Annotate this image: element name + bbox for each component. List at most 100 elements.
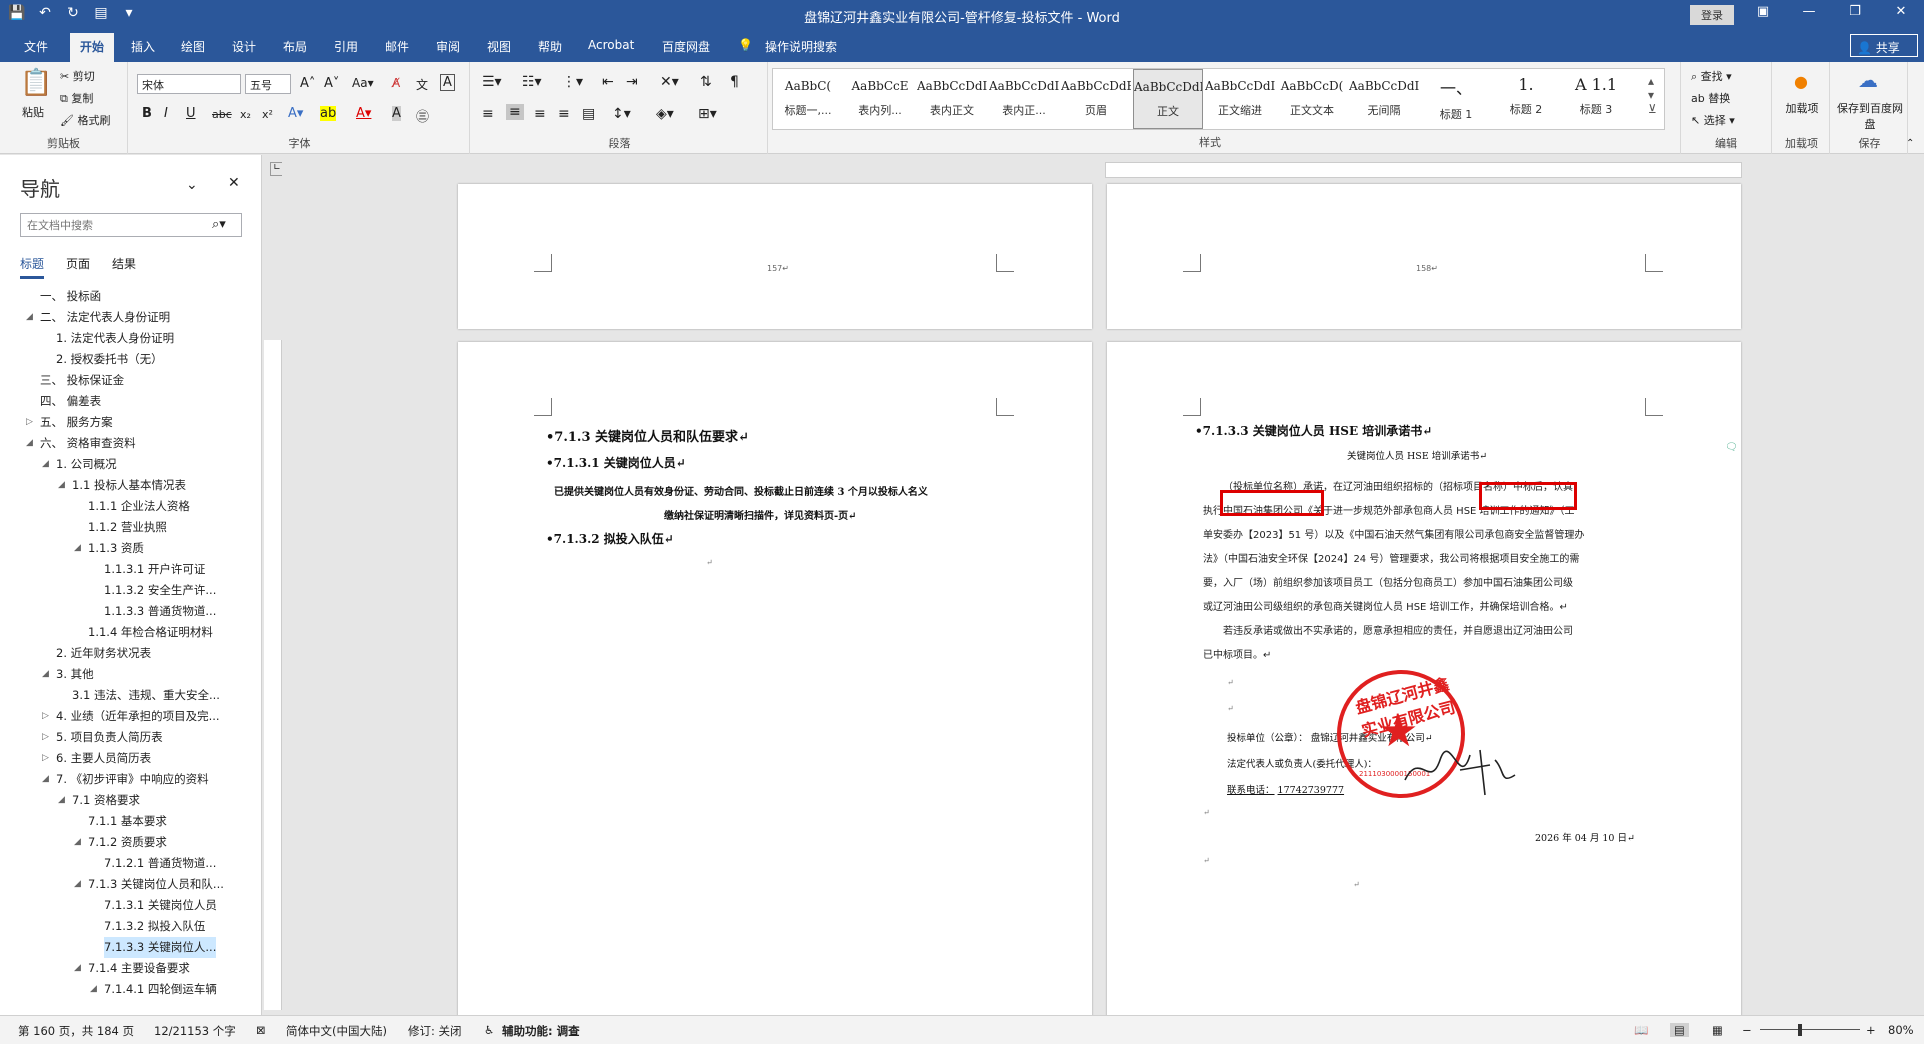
nav-heading-item[interactable]: 1. 法定代表人身份证明 (56, 328, 174, 349)
page-count[interactable]: 第 160 页，共 184 页 (18, 1023, 134, 1039)
nav-heading-item[interactable]: ◢ 六、 资格审查资料 (26, 433, 136, 454)
language[interactable]: 简体中文(中国大陆) (286, 1023, 387, 1039)
style-item[interactable]: AaBbCcDdI 无间隔 (1349, 69, 1419, 129)
paste-button[interactable]: 粘贴 (22, 104, 44, 120)
nav-heading-item[interactable]: ◢ 7.1.2 资质要求 (74, 832, 167, 853)
style-item[interactable]: AaBbCcDdI 正文 (1133, 69, 1203, 129)
nav-heading-item[interactable]: ▷ 五、 服务方案 (26, 412, 113, 433)
nav-tab-pages[interactable]: 页面 (66, 255, 90, 279)
style-item[interactable]: 1. 标题 2 (1491, 69, 1561, 129)
search-icon[interactable]: ⌕▾ (212, 217, 226, 232)
nav-heading-item[interactable]: 四、 偏差表 (40, 391, 101, 412)
expand-icon[interactable]: ▷ (42, 748, 49, 769)
nav-heading-item[interactable]: 1.1.4 年检合格证明材料 (88, 622, 213, 643)
line-spacing-icon[interactable]: ↕▾ (612, 106, 631, 122)
highlight-icon[interactable]: ab (320, 106, 337, 121)
comment-icon[interactable]: 🗨 (1725, 442, 1738, 453)
text-effects-icon[interactable]: A▾ (288, 106, 303, 121)
style-item[interactable]: AaBbCcE 表内列... (845, 69, 915, 129)
bold-icon[interactable]: B (142, 106, 152, 121)
grow-font-icon[interactable]: A˄ (300, 76, 315, 91)
save-baidu-button[interactable]: 保存到百度网盘 (1836, 100, 1904, 132)
increase-indent-icon[interactable]: ⇥ (626, 74, 638, 90)
read-mode-icon[interactable]: 📖 (1634, 1023, 1648, 1037)
nav-heading-item[interactable]: 7.1.3.1 关键岗位人员 (104, 895, 217, 916)
expand-icon[interactable]: ▷ (42, 727, 49, 748)
nav-heading-item[interactable]: 7.1.3.3 关键岗位人... (104, 937, 217, 958)
nav-heading-item[interactable]: ◢ 7.1.3 关键岗位人员和队... (74, 874, 224, 895)
sort-icon[interactable]: ⇅ (700, 74, 712, 90)
nav-heading-item[interactable]: ◢ 二、 法定代表人身份证明 (26, 307, 170, 328)
web-layout-icon[interactable]: ▦ (1712, 1023, 1723, 1037)
cut-button[interactable]: ✂ 剪切 (60, 68, 95, 84)
align-left-icon[interactable]: ≡ (482, 106, 494, 122)
tab-layout[interactable]: 布局 (283, 38, 307, 55)
maximize-icon[interactable]: ❐ (1832, 4, 1878, 19)
nav-tab-results[interactable]: 结果 (112, 255, 136, 279)
nav-heading-item[interactable]: 1.1.2 营业执照 (88, 517, 167, 538)
align-center-icon[interactable]: ≡ (534, 106, 546, 122)
nav-heading-item[interactable]: 7.1.1 基本要求 (88, 811, 167, 832)
font-color-icon[interactable]: A▾ (356, 106, 371, 121)
nav-heading-item[interactable]: ◢ 7.1.4.1 四轮倒运车辆 (90, 979, 217, 1000)
zoom-thumb[interactable] (1798, 1024, 1802, 1036)
expand-icon[interactable]: ▷ (26, 412, 33, 433)
distributed-icon[interactable]: ▤ (582, 106, 595, 122)
tab-design[interactable]: 设计 (232, 38, 256, 55)
decrease-indent-icon[interactable]: ⇤ (602, 74, 614, 90)
multilevel-list-icon[interactable]: ⋮▾ (562, 74, 583, 90)
select-button[interactable]: ↖ 选择 ▾ (1691, 112, 1735, 128)
nav-heading-item[interactable]: ◢ 1.1.3 资质 (74, 538, 144, 559)
expand-icon[interactable]: ▷ (42, 706, 49, 727)
nav-heading-item[interactable]: 三、 投标保证金 (40, 370, 124, 391)
nav-options-icon[interactable]: ⌄ (186, 177, 198, 193)
nav-tab-headings[interactable]: 标题 (20, 255, 45, 279)
find-button[interactable]: ⌕ 查找 ▾ (1691, 68, 1732, 84)
tab-acrobat[interactable]: Acrobat (588, 38, 634, 52)
font-size-box[interactable]: 五号 (245, 74, 291, 94)
collapse-icon[interactable]: ◢ (74, 538, 81, 559)
nav-heading-item[interactable]: ▷ 4. 业绩（近年承担的项目及完... (42, 706, 220, 727)
zoom-level[interactable]: 80% (1888, 1023, 1914, 1037)
borders-icon[interactable]: ⊞▾ (698, 106, 717, 122)
numbering-icon[interactable]: ☷▾ (522, 74, 542, 90)
minimize-icon[interactable]: — (1786, 4, 1832, 19)
nav-heading-item[interactable]: ▷ 6. 主要人员简历表 (42, 748, 151, 769)
style-item[interactable]: A 1.1 标题 3 (1561, 69, 1631, 129)
collapse-icon[interactable]: ◢ (74, 958, 81, 979)
addins-button[interactable]: 加载项 (1784, 100, 1820, 116)
nav-heading-item[interactable]: ◢ 1.1 投标人基本情况表 (58, 475, 186, 496)
style-item[interactable]: AaBbCcDdI 表内正... (989, 69, 1059, 129)
copy-button[interactable]: ⧉ 复制 (60, 90, 93, 106)
strikethrough-icon[interactable]: abc (212, 108, 232, 121)
style-item[interactable]: AaBbCcD(正文文本 (1277, 69, 1347, 129)
print-layout-icon[interactable]: ▤ (1670, 1023, 1689, 1037)
nav-heading-item[interactable]: 2. 近年财务状况表 (56, 643, 151, 664)
nav-heading-item[interactable]: ◢ 7. 《初步评审》中响应的资料 (42, 769, 209, 790)
justify-icon[interactable]: ≡ (506, 104, 524, 120)
show-marks-icon[interactable]: ¶ (730, 74, 739, 90)
accessibility-status[interactable]: 辅助功能: 调查 (502, 1023, 580, 1039)
tab-view[interactable]: 视图 (487, 38, 511, 55)
addins-icon[interactable]: ● (1794, 72, 1808, 91)
font-name-box[interactable]: 宋体 (137, 74, 241, 94)
baidu-cloud-icon[interactable]: ☁ (1858, 68, 1878, 92)
styles-scroll-icon[interactable]: ▴ ▾ ⊻ (1648, 74, 1657, 116)
style-item[interactable]: 一、 标题 1 (1421, 69, 1491, 129)
nav-heading-item[interactable]: ◢ 1. 公司概况 (42, 454, 117, 475)
collapse-icon[interactable]: ◢ (26, 433, 33, 454)
nav-heading-item[interactable]: 一、 投标函 (40, 286, 101, 307)
tab-insert[interactable]: 插入 (131, 38, 155, 55)
zoom-in-icon[interactable]: + (1866, 1023, 1876, 1037)
format-painter-button[interactable]: 🖌 格式刷 (60, 112, 110, 128)
collapse-icon[interactable]: ◢ (74, 874, 81, 895)
collapse-icon[interactable]: ◢ (42, 664, 49, 685)
clear-format-icon[interactable]: A̸ (392, 76, 400, 90)
underline-icon[interactable]: U (186, 106, 196, 121)
collapse-icon[interactable]: ◢ (90, 979, 97, 1000)
phonetic-icon[interactable]: 文 (416, 76, 428, 93)
collapse-icon[interactable]: ◢ (58, 475, 65, 496)
replace-button[interactable]: ab 替换 (1691, 90, 1730, 106)
nav-heading-item[interactable]: 1.1.3.1 开户许可证 (104, 559, 205, 580)
nav-heading-item[interactable]: ◢ 7.1.4 主要设备要求 (74, 958, 190, 979)
